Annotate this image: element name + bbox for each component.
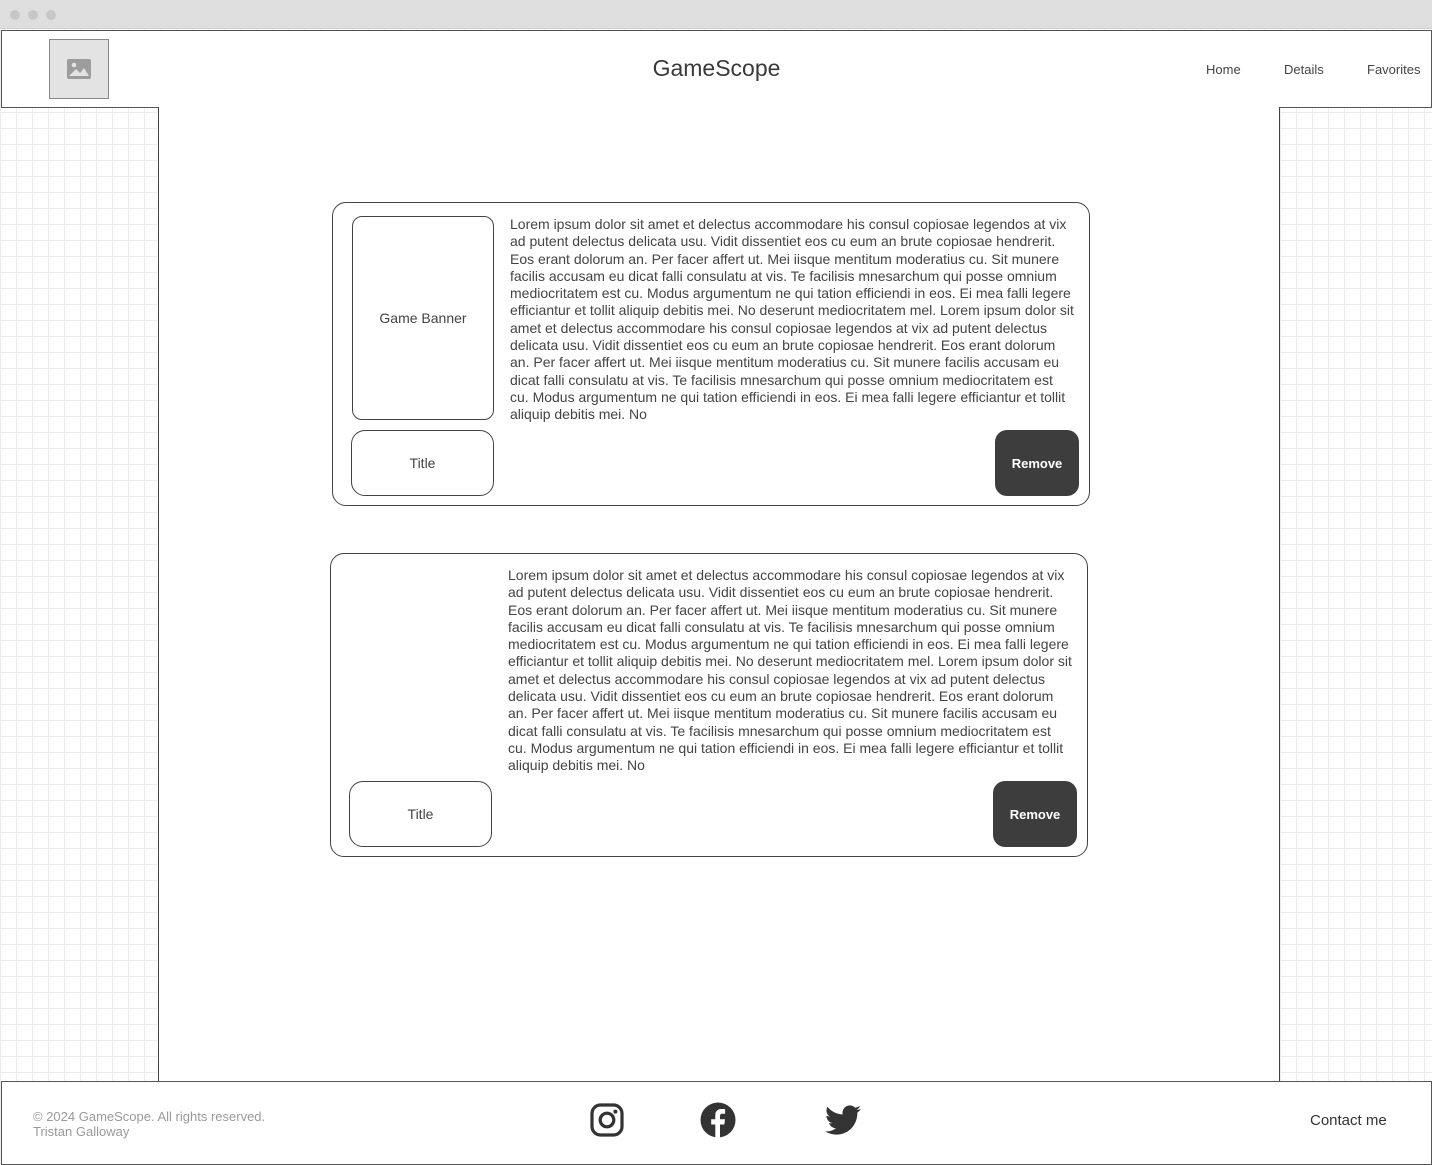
instagram-icon[interactable]	[589, 1102, 625, 1138]
main-content: Game Banner Lorem ipsum dolor sit amet e…	[158, 107, 1280, 1081]
author-name: Tristan Galloway	[33, 1124, 130, 1139]
site-header: GameScope Home Details Favorites	[1, 30, 1432, 108]
copyright-text: © 2024 GameScope. All rights reserved.	[33, 1109, 266, 1124]
window-close-dot[interactable]	[10, 10, 20, 20]
game-title-button[interactable]: Title	[351, 430, 494, 496]
twitter-icon[interactable]	[824, 1102, 862, 1138]
browser-titlebar	[0, 0, 1432, 29]
game-banner[interactable]: Game Banner	[352, 216, 494, 420]
nav-home[interactable]: Home	[1206, 62, 1241, 77]
game-description: Lorem ipsum dolor sit amet et delectus a…	[508, 567, 1072, 774]
nav-details[interactable]: Details	[1284, 62, 1324, 77]
site-footer: © 2024 GameScope. All rights reserved. T…	[1, 1081, 1432, 1165]
game-description: Lorem ipsum dolor sit amet et delectus a…	[510, 216, 1074, 423]
nav-favorites[interactable]: Favorites	[1367, 62, 1420, 77]
facebook-icon[interactable]	[700, 1102, 736, 1138]
remove-button[interactable]: Remove	[993, 781, 1077, 847]
favorite-card: Lorem ipsum dolor sit amet et delectus a…	[330, 553, 1088, 857]
window-minimize-dot[interactable]	[28, 10, 38, 20]
game-title-button[interactable]: Title	[349, 781, 492, 847]
remove-button[interactable]: Remove	[995, 430, 1079, 496]
window-maximize-dot[interactable]	[46, 10, 56, 20]
footer-credits: © 2024 GameScope. All rights reserved. T…	[33, 1109, 265, 1139]
favorite-card: Game Banner Lorem ipsum dolor sit amet e…	[332, 202, 1090, 506]
contact-link[interactable]: Contact me	[1310, 1112, 1387, 1129]
